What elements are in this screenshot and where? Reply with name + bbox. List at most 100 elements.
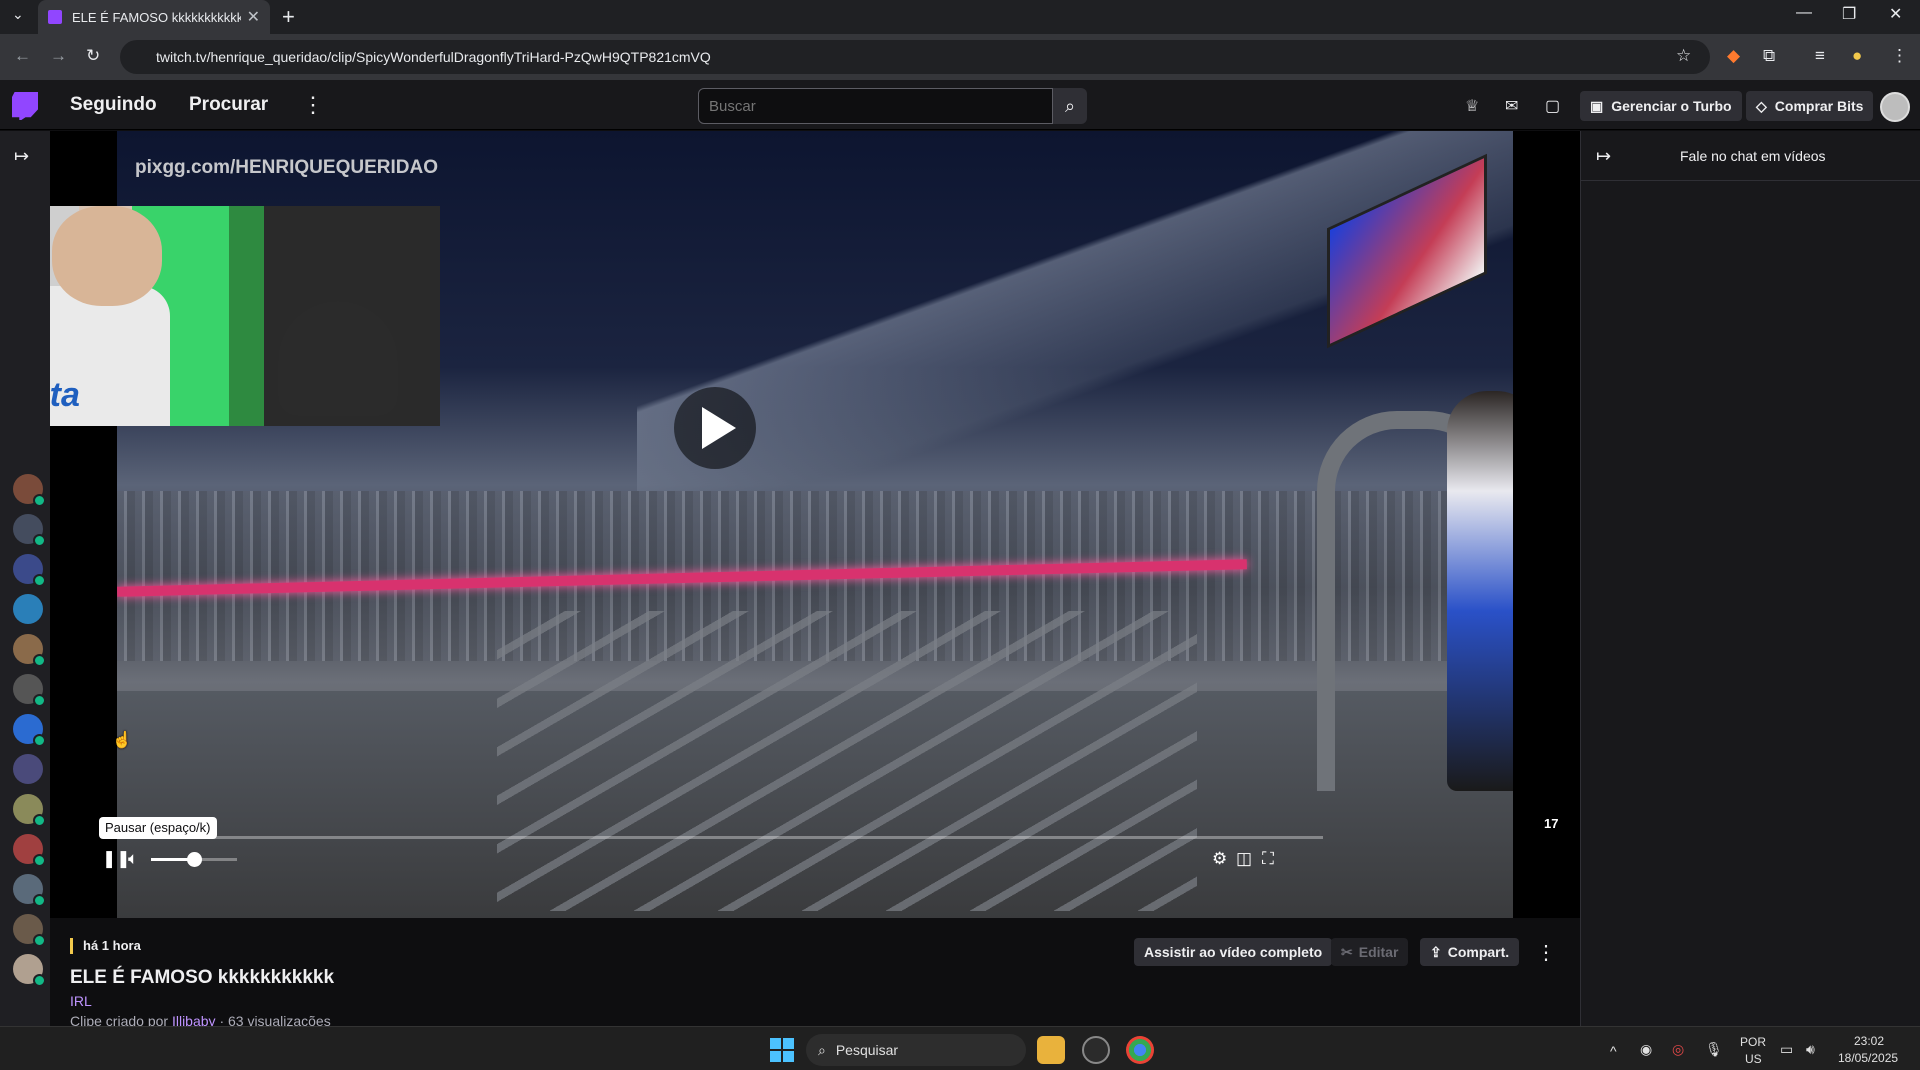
- followed-channel-avatar[interactable]: [13, 954, 46, 987]
- streamer-facecam: bata: [50, 206, 440, 426]
- language-bottom[interactable]: US: [1745, 1052, 1762, 1066]
- twitch-favicon-icon: [48, 10, 62, 24]
- settings-gear-icon[interactable]: ⚙: [1212, 849, 1227, 869]
- turbo-icon: ▣: [1590, 97, 1604, 114]
- followed-channel-avatar[interactable]: [13, 554, 46, 587]
- live-indicator-icon: [33, 494, 46, 507]
- file-explorer-icon[interactable]: [1037, 1036, 1065, 1064]
- followed-channel-avatar[interactable]: [13, 874, 46, 907]
- clip-category-link[interactable]: IRL: [70, 993, 92, 1009]
- minimize-window-icon[interactable]: —: [1796, 4, 1812, 22]
- scissors-icon: ✂: [1341, 943, 1353, 960]
- time-display: 17: [1544, 816, 1559, 831]
- tab-search-icon[interactable]: ⌄: [12, 6, 24, 23]
- live-indicator-icon: [33, 854, 46, 867]
- buy-bits-button[interactable]: ◇ Comprar Bits: [1746, 91, 1874, 121]
- video-player[interactable]: pixgg.com/HENRIQUEQUERIDAO bata 17 Pausa…: [50, 131, 1580, 918]
- microphone-icon[interactable]: 🎙︎: [1705, 1041, 1723, 1058]
- user-avatar[interactable]: [1880, 92, 1910, 122]
- search-icon: ⌕: [1064, 95, 1076, 116]
- play-icon: [702, 407, 736, 449]
- followed-channel-avatar[interactable]: [13, 754, 43, 784]
- search-button[interactable]: ⌕: [1053, 88, 1087, 124]
- live-indicator-icon: [33, 734, 46, 747]
- share-button[interactable]: ⇪ Compart.: [1420, 938, 1520, 966]
- inbox-icon[interactable]: ✉: [1505, 96, 1518, 116]
- language-top[interactable]: POR: [1740, 1035, 1766, 1049]
- facecam-cap: [278, 301, 398, 416]
- taskbar-search-icon: ⌕: [818, 1041, 826, 1058]
- live-indicator-icon: [33, 574, 46, 587]
- followed-channel-avatar[interactable]: [13, 474, 46, 507]
- forward-icon[interactable]: →: [50, 46, 67, 66]
- stair-railings: [497, 611, 1197, 911]
- nav-following[interactable]: Seguindo: [70, 94, 157, 116]
- restore-window-icon[interactable]: ❐: [1842, 4, 1856, 24]
- clock-time[interactable]: 23:02: [1854, 1034, 1884, 1048]
- person-silhouette: [1447, 391, 1513, 791]
- live-indicator-icon: [33, 934, 46, 947]
- address-bar[interactable]: twitch.tv/henrique_queridao/clip/SpicyWo…: [120, 40, 1710, 74]
- extensions-puzzle-icon[interactable]: ⧉: [1763, 46, 1775, 66]
- url-text: twitch.tv/henrique_queridao/clip/SpicyWo…: [156, 49, 711, 65]
- app-taskbar-icon[interactable]: [1082, 1036, 1110, 1064]
- live-indicator-icon: [33, 694, 46, 707]
- followed-channel-avatar[interactable]: [13, 794, 46, 827]
- media-control-icon[interactable]: ≡: [1815, 46, 1825, 66]
- facecam-face: [52, 206, 162, 306]
- browser-tab[interactable]: ELE É FAMOSO kkkkkkkkkkk - ✕: [38, 0, 270, 34]
- theatre-mode-icon[interactable]: ◫: [1236, 849, 1252, 869]
- pause-tooltip: Pausar (espaço/k): [99, 817, 217, 839]
- clip-title: ELE É FAMOSO kkkkkkkkkkk: [70, 967, 335, 988]
- followed-channel-avatar[interactable]: [13, 634, 46, 667]
- pause-icon[interactable]: ❚❚: [102, 849, 131, 869]
- close-window-icon[interactable]: ✕: [1889, 4, 1902, 24]
- discord-tray-icon[interactable]: ◉: [1640, 1041, 1652, 1058]
- expand-sidebar-icon[interactable]: ↦: [14, 146, 29, 167]
- bookmark-star-icon[interactable]: ☆: [1676, 46, 1691, 66]
- nav-browse[interactable]: Procurar: [189, 94, 268, 116]
- browser-menu-icon[interactable]: ⋮: [1891, 46, 1908, 66]
- back-icon[interactable]: ←: [14, 46, 31, 66]
- manage-turbo-label: Gerenciar o Turbo: [1611, 98, 1732, 114]
- more-actions-icon[interactable]: ⋮: [1536, 940, 1556, 965]
- share-label: Compart.: [1447, 944, 1510, 960]
- manage-turbo-button[interactable]: ▣ Gerenciar o Turbo: [1580, 91, 1742, 121]
- chrome-taskbar-icon[interactable]: [1126, 1036, 1154, 1064]
- chat-panel: [1580, 131, 1920, 1026]
- volume-slider[interactable]: [151, 852, 237, 867]
- followed-channel-avatar[interactable]: [13, 914, 46, 947]
- reload-icon[interactable]: ↻: [86, 46, 100, 66]
- live-indicator-icon: [33, 974, 46, 987]
- new-tab-icon[interactable]: +: [282, 4, 295, 30]
- speaker-icon[interactable]: 🔊︎: [1806, 1041, 1815, 1058]
- extension-icon[interactable]: ◆: [1727, 46, 1740, 66]
- windows-start-icon[interactable]: [770, 1038, 794, 1062]
- followed-channel-avatar[interactable]: [13, 674, 46, 707]
- play-overlay-button[interactable]: [674, 387, 756, 469]
- volume-icon[interactable]: 🔈︎: [128, 849, 138, 869]
- collapse-chat-icon[interactable]: ↦: [1596, 146, 1611, 167]
- volume-slider-handle[interactable]: [187, 852, 202, 867]
- show-hidden-icons-icon[interactable]: ^: [1610, 1043, 1617, 1059]
- edit-label: Editar: [1358, 944, 1399, 960]
- followed-channel-avatar[interactable]: [13, 514, 46, 547]
- followed-channel-avatar[interactable]: [13, 714, 46, 747]
- edit-button[interactable]: ✂ Editar: [1331, 938, 1409, 966]
- clock-date[interactable]: 18/05/2025: [1838, 1051, 1898, 1065]
- whispers-icon[interactable]: ▢: [1545, 96, 1560, 116]
- tray-app-icon[interactable]: ◎: [1672, 1041, 1684, 1058]
- followed-channel-avatar[interactable]: [13, 834, 46, 867]
- network-icon[interactable]: ▭: [1780, 1041, 1793, 1058]
- prime-crown-icon[interactable]: ♕: [1465, 96, 1479, 116]
- close-tab-icon[interactable]: ✕: [247, 7, 260, 27]
- buy-bits-label: Comprar Bits: [1774, 98, 1864, 114]
- followed-channel-avatar[interactable]: [13, 594, 43, 624]
- more-options-icon[interactable]: ⋮: [302, 92, 324, 118]
- profile-icon[interactable]: ●: [1852, 46, 1862, 66]
- fullscreen-icon[interactable]: ⛶: [1262, 849, 1274, 869]
- seek-bar[interactable]: [110, 836, 1323, 839]
- taskbar-search[interactable]: ⌕ Pesquisar: [806, 1034, 1026, 1066]
- search-input[interactable]: [698, 88, 1053, 124]
- watch-full-video-button[interactable]: Assistir ao vídeo completo: [1134, 938, 1333, 966]
